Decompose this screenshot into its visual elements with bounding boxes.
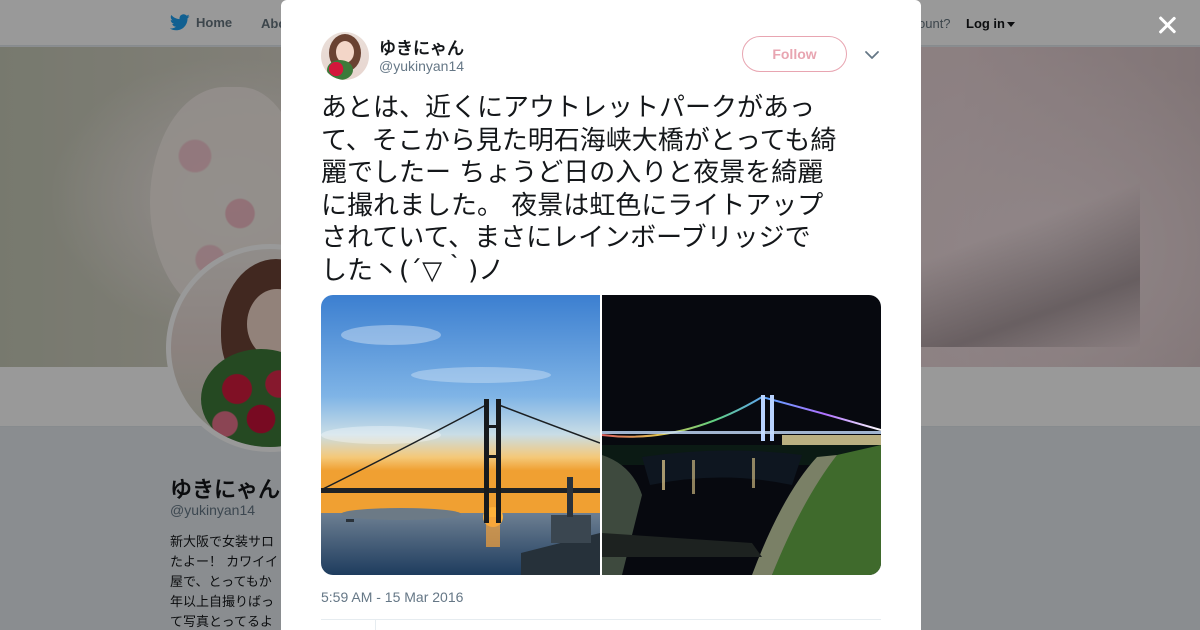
tweet-text: あとは、近くにアウトレットパークがあっ て、そこから見た明石海峡大橋がとっても綺… — [321, 92, 881, 287]
tweet-text-line: した丶(´▽｀)ノ — [321, 255, 505, 286]
tweet-media-grid — [321, 295, 881, 575]
author-avatar-rose-detail — [327, 60, 353, 80]
tweet-permalink-modal: ゆきにゃん @yukinyan14 Follow あとは、近くにアウトレットパー… — [281, 0, 921, 630]
close-icon[interactable] — [1154, 12, 1180, 38]
tweet-timestamp[interactable]: 5:59 AM - 15 Mar 2016 — [321, 589, 463, 605]
author-name[interactable]: ゆきにゃん — [379, 34, 464, 59]
tweet-text-line: 麗でしたー ちょうど日の入りと夜景を綺麗 — [321, 158, 824, 188]
follow-button[interactable]: Follow — [742, 36, 847, 72]
tweet-options-button[interactable] — [864, 48, 880, 62]
night-photo-image — [602, 295, 881, 575]
tweet-text-line: て、そこから見た明石海峡大橋がとっても綺 — [321, 125, 837, 156]
stats-separator — [375, 620, 376, 630]
sunset-photo-image — [321, 295, 600, 575]
bridge-night-rainbow-photo[interactable] — [602, 295, 881, 575]
tweet-text-line: に撮れました。 夜景は虹色にライトアップ — [321, 190, 824, 221]
chevron-down-icon — [865, 51, 879, 59]
tweet-text-line: されていて、まさにレインボーブリッジで — [321, 223, 811, 253]
bridge-sunset-photo[interactable] — [321, 295, 600, 575]
author-avatar[interactable] — [321, 32, 369, 80]
tweet-text-line: あとは、近くにアウトレットパークがあっ — [321, 93, 816, 123]
author-handle[interactable]: @yukinyan14 — [379, 58, 464, 74]
stats-divider — [321, 619, 881, 620]
